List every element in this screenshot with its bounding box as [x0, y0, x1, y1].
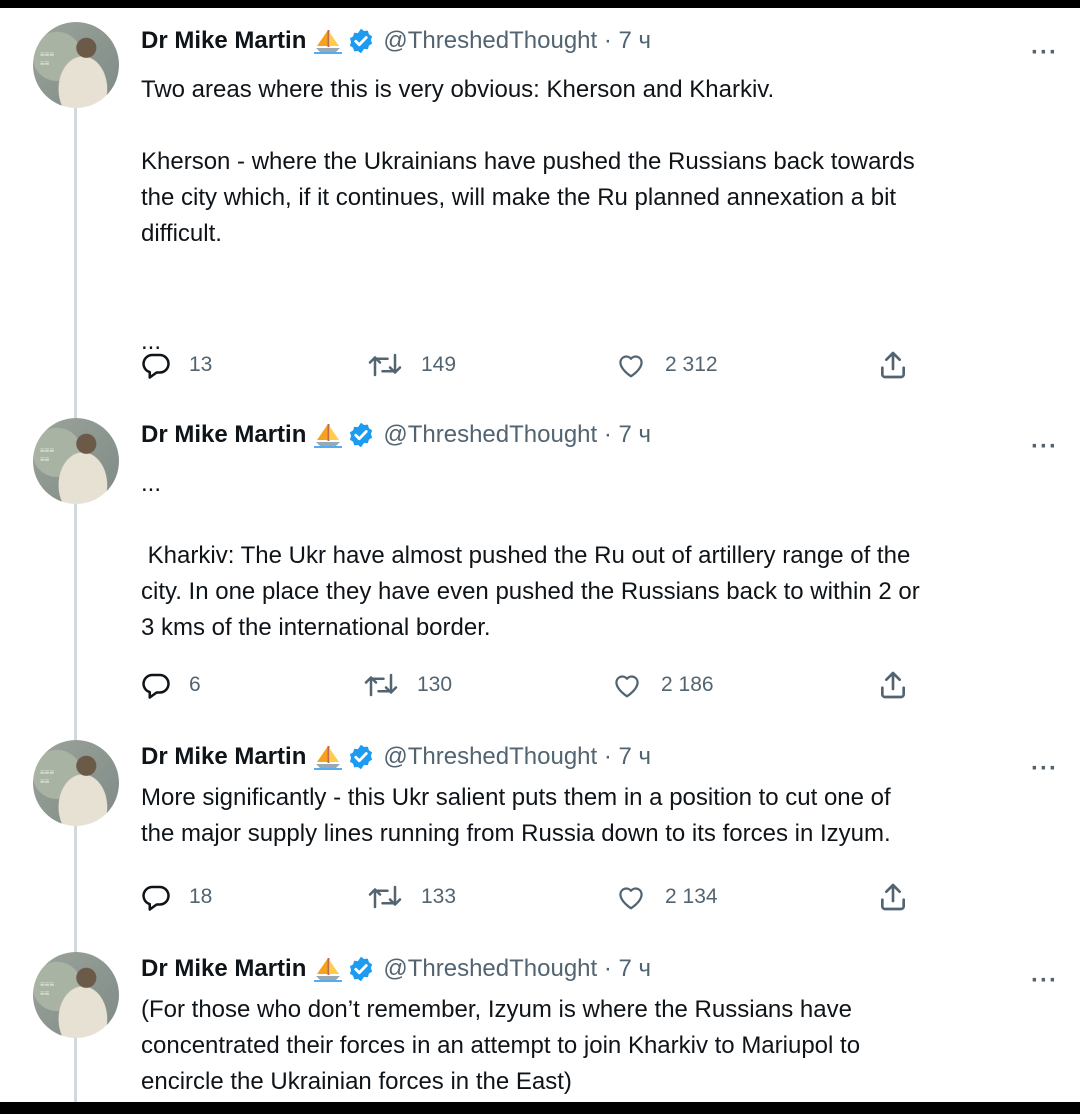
- tweet-text: More significantly - this Ukr salient pu…: [141, 784, 891, 847]
- verified-badge-icon: [350, 28, 373, 54]
- like-button[interactable]: 2 134: [615, 880, 718, 914]
- share-icon: [881, 883, 905, 911]
- handle-and-time[interactable]: @ThreshedThought · 7 ч: [383, 27, 651, 55]
- heart-icon: [619, 887, 643, 910]
- retweet-button[interactable]: 133: [367, 880, 456, 914]
- thread-connector: [74, 106, 77, 418]
- thread-connector: [74, 824, 77, 954]
- like-count: 2 312: [665, 353, 718, 376]
- tweet-actions: 18 133 2 134: [141, 880, 941, 914]
- sailboat-emoji: [314, 424, 343, 448]
- tweet-text: ... Kharkiv: The Ukr have almost pushed …: [141, 470, 920, 641]
- author-name[interactable]: Dr Mike Martin: [141, 955, 306, 983]
- reply-button[interactable]: 6: [141, 668, 201, 702]
- like-count: 2 134: [665, 885, 718, 908]
- avatar[interactable]: ≡≡≡ ≡≡: [33, 418, 119, 504]
- tweet-actions: 6 130 2 186: [141, 668, 941, 702]
- reply-icon: [142, 885, 170, 911]
- retweet-icon: [368, 353, 402, 377]
- share-icon: [881, 671, 905, 699]
- like-button[interactable]: 2 312: [615, 348, 718, 382]
- tweet-actions: 13 149 2 312: [141, 348, 941, 382]
- heart-icon: [619, 355, 643, 378]
- reply-button[interactable]: 18: [141, 880, 212, 914]
- retweet-count: 133: [421, 885, 457, 908]
- tweet-text: (For those who don’t remember, Izyum is …: [141, 996, 861, 1095]
- thread-connector: [74, 502, 77, 740]
- like-button[interactable]: 2 186: [611, 668, 714, 702]
- reply-count: 6: [189, 673, 201, 696]
- more-options-button[interactable]: ···: [1031, 757, 1058, 781]
- retweet-icon: [364, 673, 398, 697]
- thread-connector: [74, 1036, 77, 1102]
- avatar[interactable]: ≡≡≡ ≡≡: [33, 740, 119, 826]
- verified-badge-icon: [350, 744, 373, 770]
- retweet-count: 130: [417, 673, 453, 696]
- tweet-thread: ≡≡≡ ≡≡ Dr Mike Martin @ThreshedThought · …: [0, 8, 1080, 1102]
- reply-icon: [142, 353, 170, 379]
- reply-count: 18: [189, 885, 213, 908]
- sailboat-emoji: [314, 958, 343, 982]
- author-name[interactable]: Dr Mike Martin: [141, 27, 306, 55]
- more-options-button[interactable]: ···: [1031, 969, 1058, 993]
- retweet-count: 149: [421, 353, 457, 376]
- verified-badge-icon: [350, 956, 373, 982]
- retweet-icon: [368, 885, 402, 909]
- sailboat-emoji: [314, 746, 343, 770]
- share-icon: [881, 351, 905, 379]
- avatar[interactable]: ≡≡≡ ≡≡: [33, 22, 119, 108]
- more-options-button[interactable]: ···: [1031, 435, 1058, 459]
- tweet-text: Two areas where this is very obvious: Kh…: [141, 76, 915, 355]
- sailboat-emoji: [314, 30, 343, 54]
- handle-and-time[interactable]: @ThreshedThought · 7 ч: [383, 955, 651, 983]
- like-count: 2 186: [661, 673, 714, 696]
- share-button[interactable]: [877, 880, 909, 914]
- handle-and-time[interactable]: @ThreshedThought · 7 ч: [383, 743, 651, 771]
- handle-and-time[interactable]: @ThreshedThought · 7 ч: [383, 421, 651, 449]
- share-button[interactable]: [877, 668, 909, 702]
- author-name[interactable]: Dr Mike Martin: [141, 743, 306, 771]
- author-name[interactable]: Dr Mike Martin: [141, 421, 306, 449]
- reply-icon: [142, 673, 170, 699]
- reply-count: 13: [189, 353, 213, 376]
- retweet-button[interactable]: 130: [363, 668, 452, 702]
- avatar[interactable]: ≡≡≡ ≡≡: [33, 952, 119, 1038]
- share-button[interactable]: [877, 348, 909, 382]
- verified-badge-icon: [350, 422, 373, 448]
- reply-button[interactable]: 13: [141, 348, 212, 382]
- retweet-button[interactable]: 149: [367, 348, 456, 382]
- more-options-button[interactable]: ···: [1031, 41, 1058, 65]
- heart-icon: [615, 675, 639, 698]
